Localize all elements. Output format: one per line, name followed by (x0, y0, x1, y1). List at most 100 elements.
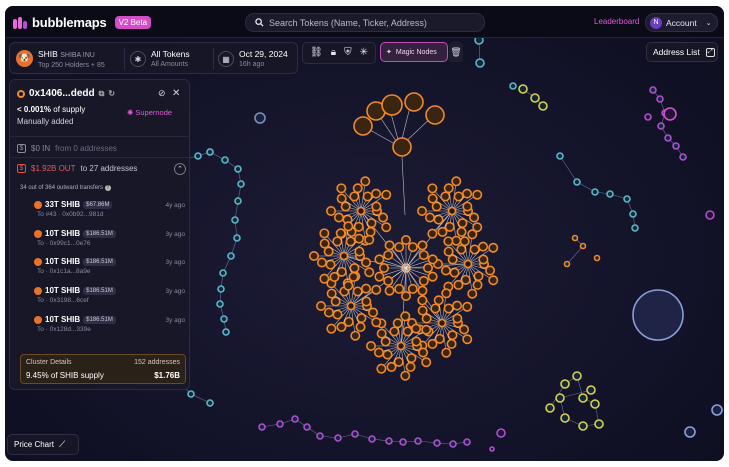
bubble-node[interactable] (378, 212, 389, 223)
bubble-node[interactable] (350, 330, 361, 341)
hub-bubble[interactable] (632, 289, 684, 341)
bubble-node[interactable] (399, 438, 407, 446)
bubble-node[interactable] (443, 183, 454, 194)
bubble-node[interactable] (463, 438, 471, 446)
bubble-node[interactable] (319, 228, 330, 239)
bubble-node[interactable] (485, 265, 496, 276)
bubble-node[interactable] (451, 176, 462, 187)
bubble-node[interactable] (473, 271, 484, 282)
bubble-node[interactable] (555, 393, 565, 403)
bubble-node[interactable] (472, 279, 483, 290)
bubble-node[interactable] (518, 84, 528, 94)
bubble-node[interactable] (530, 93, 540, 103)
bubble-node[interactable] (373, 347, 384, 358)
bubble-node[interactable] (452, 313, 463, 324)
bubble-node[interactable] (404, 92, 424, 112)
out-transfers-row[interactable]: $ $1.92B OUT to 27 addresses (17, 164, 137, 173)
bubble-node[interactable] (355, 321, 366, 332)
bubble-node[interactable] (591, 188, 599, 196)
bubble-node[interactable] (443, 303, 454, 314)
bubble-node[interactable] (449, 440, 457, 448)
bubble-node[interactable] (319, 273, 330, 284)
bubble-node[interactable] (381, 94, 403, 116)
bubble-node[interactable] (469, 244, 480, 255)
bubble-node[interactable] (416, 206, 427, 217)
bubble-node[interactable] (336, 193, 347, 204)
bubble-node[interactable] (335, 228, 346, 239)
bubble-node[interactable] (407, 242, 418, 253)
bubble-node[interactable] (364, 267, 375, 278)
bubble-node[interactable] (361, 296, 372, 307)
bubble-node[interactable] (349, 263, 360, 274)
bubble-node[interactable] (384, 240, 395, 251)
bubble-node[interactable] (441, 347, 452, 358)
bubble-node[interactable] (456, 244, 467, 255)
bubble-node[interactable] (340, 201, 351, 212)
bubble-node[interactable] (326, 288, 337, 299)
bubble-node[interactable] (386, 361, 397, 372)
bubble-node[interactable] (233, 234, 241, 242)
bubble-node[interactable] (323, 307, 334, 318)
bubble-node[interactable] (221, 156, 229, 164)
bubble-node[interactable] (656, 95, 664, 103)
bubble-node[interactable] (573, 178, 581, 186)
bubble-node[interactable] (462, 188, 473, 199)
bubble-node[interactable] (352, 183, 363, 194)
bubble-node[interactable] (333, 212, 344, 223)
bubble-node[interactable] (217, 285, 225, 293)
bubble-node[interactable] (234, 165, 242, 173)
refresh-icon[interactable]: ↻ (108, 89, 115, 98)
bubble-node[interactable] (365, 340, 376, 351)
bubble-node[interactable] (440, 265, 451, 276)
search-bar[interactable] (245, 13, 485, 32)
bubble-node[interactable] (462, 201, 473, 212)
bubble-node[interactable] (590, 399, 600, 409)
bubble-node[interactable] (457, 218, 468, 229)
magic-nodes-button[interactable]: ✦ Magic Nodes (380, 42, 448, 62)
bubble-node[interactable] (374, 254, 385, 265)
bubble-node[interactable] (237, 180, 245, 188)
bubble-node[interactable] (339, 251, 349, 261)
bubble-node[interactable] (684, 426, 696, 438)
bubble-node[interactable] (424, 212, 435, 223)
bubble-node[interactable] (453, 279, 464, 290)
bubble-node[interactable] (447, 206, 457, 216)
bubble-node[interactable] (453, 191, 464, 202)
bubble-node[interactable] (354, 233, 365, 244)
bubble-node[interactable] (389, 326, 400, 337)
bubble-node[interactable] (374, 271, 385, 282)
lock-icon[interactable]: 🔒︎ (331, 48, 336, 58)
bubble-node[interactable] (330, 296, 341, 307)
bubble-node[interactable] (560, 413, 570, 423)
logo[interactable]: bubblemaps V2 Beta (13, 15, 152, 30)
shield-icon[interactable]: ⛨ (344, 48, 352, 58)
bubble-node[interactable] (478, 241, 489, 252)
bubble-node[interactable] (418, 250, 429, 261)
bubble-node[interactable] (378, 262, 389, 273)
bubble-node[interactable] (463, 259, 473, 269)
bubble-node[interactable] (227, 252, 235, 260)
bubble-node[interactable] (422, 262, 433, 273)
bubble-node[interactable] (336, 321, 347, 332)
bubble-node[interactable] (578, 393, 588, 403)
search-input[interactable] (269, 17, 469, 28)
bubble-node[interactable] (332, 236, 343, 247)
bubble-node[interactable] (431, 201, 442, 212)
bubble-node[interactable] (371, 284, 382, 295)
bubble-node[interactable] (417, 285, 428, 296)
filter-icon[interactable]: ✱ (130, 51, 146, 67)
bubble-node[interactable] (467, 229, 478, 240)
hide-eye-icon[interactable]: ⊘ (158, 88, 166, 99)
transfer-row[interactable]: 10T SHIB $186.51M To · 0x1c1a...8a9e 3y ag… (34, 257, 189, 285)
bubble-node[interactable] (381, 222, 392, 233)
bubble-node[interactable] (381, 189, 392, 200)
bubble-node[interactable] (421, 324, 432, 335)
transfer-row[interactable]: 33T SHIB $67.86M To #43 · 0x0b92...981d 4y… (34, 200, 189, 228)
bubble-node[interactable] (433, 214, 444, 225)
bubble-node[interactable] (219, 269, 227, 277)
bubble-node[interactable] (332, 309, 343, 320)
bubble-node[interactable] (352, 286, 363, 297)
close-icon[interactable]: ✕ (172, 88, 180, 99)
bubble-node[interactable] (427, 193, 438, 204)
bubble-node[interactable] (417, 240, 428, 251)
